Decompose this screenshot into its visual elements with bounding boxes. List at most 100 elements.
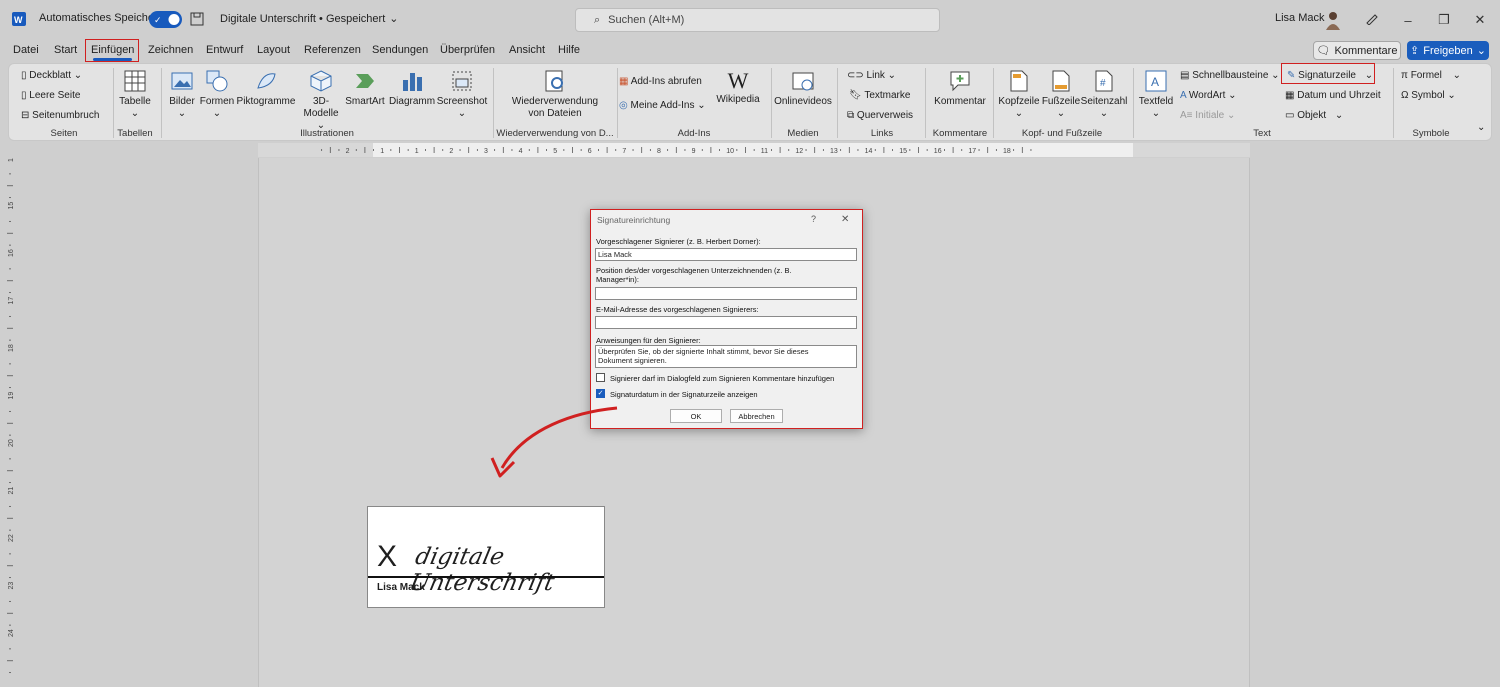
word-logo-icon: W (12, 12, 26, 26)
seitenumbruch-button[interactable]: ⊟ Seitenumbruch (21, 110, 99, 121)
minimize-button[interactable]: – (1398, 10, 1418, 30)
deckblatt-button[interactable]: ▯ Deckblatt ⌄ (21, 70, 82, 81)
formel-button[interactable]: π Formel ⌄ (1401, 70, 1461, 81)
wordart-button[interactable]: A WordArt ⌄ (1180, 90, 1237, 101)
ruler-number: 5 (553, 148, 557, 155)
search-box[interactable]: ⌕ Suchen (Alt+M) (575, 8, 940, 32)
tabelle-button[interactable]: Tabelle ⌄ (117, 70, 153, 120)
link-button[interactable]: ⊂⊃ Link ⌄ (847, 70, 896, 81)
cancel-button[interactable]: Abbrechen (730, 409, 783, 423)
kommentar-button[interactable]: Kommentar (929, 70, 991, 108)
comments-button[interactable]: 🗨 Kommentare (1313, 41, 1401, 60)
ruler-number: 7 (622, 148, 626, 155)
cross-reference-icon: ⧉ (847, 110, 855, 121)
3d-modelle-button[interactable]: 3D- Modelle ⌄ (301, 70, 341, 132)
vruler-number: 24 (8, 629, 15, 637)
textfeld-button[interactable]: A Textfeld ⌄ (1137, 70, 1175, 120)
ruler-number: 17 (968, 148, 976, 155)
schnellbausteine-button[interactable]: ▤ Schnellbausteine ⌄ (1180, 70, 1280, 81)
signer-input[interactable]: Lisa Mack (595, 248, 857, 261)
ribbon-expand-chevron-down-icon[interactable]: ⌄ (1477, 122, 1485, 133)
ruler-number: 16 (934, 148, 942, 155)
ruler-number: 1 (380, 148, 384, 155)
tab-sendungen[interactable]: Sendungen (372, 44, 428, 56)
ruler-number: 3 (484, 148, 488, 155)
avatar[interactable] (1324, 10, 1342, 30)
group-label-symbole: Symbole (1412, 128, 1450, 139)
kopfzeile-button[interactable]: Kopfzeile ⌄ (997, 70, 1041, 120)
signaturzeile-highlight (1281, 63, 1375, 84)
wiederverwendung-button[interactable]: Wiederverwendung von Dateien (499, 70, 611, 120)
smartart-button[interactable]: SmartArt (345, 70, 385, 108)
ruler-number: 13 (830, 148, 838, 155)
vruler-number: 15 (8, 202, 15, 210)
querverweis-button[interactable]: ⧉ Querverweis (847, 110, 913, 121)
position-input[interactable] (595, 287, 857, 300)
tab-start[interactable]: Start (54, 44, 77, 56)
bookmark-icon: 🔖︎ (849, 90, 862, 101)
ruler-number: 9 (692, 148, 696, 155)
comment-icon: 🗨 (1316, 45, 1331, 57)
tab-entwurf[interactable]: Entwurf (206, 44, 243, 56)
help-button[interactable]: ? (811, 214, 816, 224)
datum-uhrzeit-button[interactable]: ▦ Datum und Uhrzeit (1285, 90, 1381, 101)
vertical-ruler[interactable]: 14 15 16 17 18 19 20 21 22 23 24 (3, 154, 17, 687)
tab-layout[interactable]: Layout (257, 44, 290, 56)
ok-button[interactable]: OK (670, 409, 722, 423)
vruler-number: 16 (8, 249, 15, 257)
bilder-button[interactable]: Bilder ⌄ (167, 70, 197, 120)
show-date-checkbox[interactable]: ✓ (596, 389, 605, 398)
meine-add-ins-button[interactable]: ◎ Meine Add-Ins ⌄ (619, 100, 706, 111)
smartart-icon (356, 74, 374, 88)
ruler-number: 6 (588, 148, 592, 155)
symbol-button[interactable]: Ω Symbol ⌄ (1401, 90, 1456, 101)
piktogramme-button[interactable]: Piktogramme (237, 70, 295, 108)
autosave-toggle[interactable]: ✓ (149, 11, 182, 28)
share-button[interactable]: ⇪ Freigeben ⌄ (1407, 41, 1489, 60)
footer-icon (1052, 70, 1070, 92)
drop-cap-icon: A≡ (1180, 110, 1193, 121)
dialog-close-button[interactable]: ✕ (841, 214, 849, 225)
fusszeile-button[interactable]: Fußzeile ⌄ (1041, 70, 1081, 120)
close-button[interactable]: ✕ (1470, 10, 1490, 30)
signer-name: Lisa Mack (377, 582, 425, 593)
doc-title[interactable]: Digitale Unterschrift • Gespeichert ⌄ (220, 12, 398, 26)
allow-comments-checkbox[interactable] (596, 373, 605, 382)
ribbon: ▯ Deckblatt ⌄ ▯ Leere Seite ⊟ Seitenumbr… (8, 63, 1492, 141)
wikipedia-button[interactable]: W Wikipedia (715, 68, 761, 106)
vruler-number: 23 (8, 582, 15, 590)
addin-icon: ◎ (619, 100, 628, 111)
tab-referenzen[interactable]: Referenzen (304, 44, 361, 56)
group-label-text: Text (1253, 128, 1271, 139)
objekt-button[interactable]: ▭ Objekt ⌄ (1285, 110, 1343, 121)
leere-seite-button[interactable]: ▯ Leere Seite (21, 90, 80, 101)
user-name[interactable]: Lisa Mack (1275, 12, 1325, 24)
email-input[interactable] (595, 316, 857, 329)
add-ins-abrufen-button[interactable]: ▦ Add-Ins abrufen (619, 76, 702, 87)
equation-icon: π (1401, 70, 1408, 81)
screenshot-button[interactable]: Screenshot ⌄ (437, 70, 487, 120)
restore-button[interactable]: ❐ (1434, 10, 1454, 30)
ruler-number: 12 (795, 148, 803, 155)
link-icon: ⊂⊃ (847, 70, 864, 81)
save-icon[interactable] (190, 12, 204, 26)
signer-label: Vorgeschlagener Signierer (z. B. Herbert… (596, 237, 761, 246)
instructions-input[interactable]: Überprüfen Sie, ob der signierte Inhalt … (595, 345, 857, 368)
tab-ueberpruefen[interactable]: Überprüfen (440, 44, 495, 56)
initiale-button[interactable]: A≡ Initiale ⌄ (1180, 110, 1235, 121)
vruler-number: 21 (8, 487, 15, 495)
ruler-number: 14 (865, 148, 873, 155)
seitenzahl-button[interactable]: # Seitenzahl ⌄ (1081, 70, 1127, 120)
title-bar: W Automatisches Speichern ✓ Digitale Unt… (0, 0, 1500, 40)
tab-ansicht[interactable]: Ansicht (509, 44, 545, 56)
formen-button[interactable]: Formen ⌄ (200, 70, 234, 120)
tab-datei[interactable]: Datei (13, 44, 39, 56)
signature-line-preview[interactable]: X digitale Unterschrift Lisa Mack (367, 506, 605, 608)
horizontal-ruler[interactable]: 2 1 1 2 3 4 5 6 7 8 9 10 11 12 13 14 15 16 17 18 (258, 143, 1250, 157)
tab-zeichnen[interactable]: Zeichnen (148, 44, 193, 56)
pen-icon[interactable] (1365, 11, 1379, 25)
onlinevideos-button[interactable]: Onlinevideos (773, 70, 833, 108)
textmarke-button[interactable]: 🔖︎ Textmarke (849, 90, 910, 101)
tab-hilfe[interactable]: Hilfe (558, 44, 580, 56)
diagramm-button[interactable]: Diagramm (389, 70, 435, 108)
